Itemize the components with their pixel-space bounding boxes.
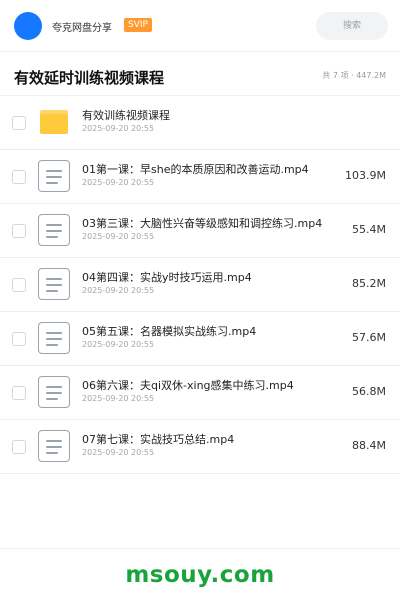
- select-checkbox[interactable]: [12, 440, 26, 454]
- list-item[interactable]: 06第六课：夫qi双休-xing感集中练习.mp4 2025-09-20 20:…: [0, 366, 400, 420]
- file-date: 2025-09-20 20:55: [82, 124, 155, 133]
- avatar[interactable]: [14, 12, 42, 40]
- list-item[interactable]: 07第七课：实战技巧总结.mp4 2025-09-20 20:55 88.4M: [0, 420, 400, 474]
- file-icon: [38, 214, 70, 246]
- select-checkbox[interactable]: [12, 170, 26, 184]
- file-date: 2025-09-20 20:55: [82, 340, 155, 349]
- select-checkbox[interactable]: [12, 224, 26, 238]
- file-name: 01第一课：早she的本质原因和改善运动.mp4: [82, 163, 309, 176]
- select-checkbox[interactable]: [12, 386, 26, 400]
- footer-divider: [0, 548, 400, 549]
- file-name: 03第三课：大脑性兴奋等级感知和调控练习.mp4: [82, 217, 323, 230]
- list-item[interactable]: 03第三课：大脑性兴奋等级感知和调控练习.mp4 2025-09-20 20:5…: [0, 204, 400, 258]
- search-input[interactable]: 搜索: [316, 12, 388, 40]
- file-icon: [38, 430, 70, 462]
- site-watermark: msouy.com: [125, 562, 275, 588]
- file-size: 57.6M: [352, 331, 386, 344]
- file-icon: [38, 160, 70, 192]
- list-item[interactable]: 04第四课：实战y时技巧运用.mp4 2025-09-20 20:55 85.2…: [0, 258, 400, 312]
- file-date: 2025-09-20 20:55: [82, 286, 155, 295]
- select-checkbox[interactable]: [12, 278, 26, 292]
- list-item[interactable]: 05第五课：名器模拟实战练习.mp4 2025-09-20 20:55 57.6…: [0, 312, 400, 366]
- folder-summary: 共 7 项 · 447.2M: [322, 71, 386, 80]
- file-icon: [38, 376, 70, 408]
- file-date: 2025-09-20 20:55: [82, 232, 155, 241]
- file-date: 2025-09-20 20:55: [82, 394, 155, 403]
- file-size: 55.4M: [352, 223, 386, 236]
- folder-icon: [38, 106, 70, 138]
- select-checkbox[interactable]: [12, 332, 26, 346]
- svip-badge: SVIP: [124, 18, 152, 32]
- file-date: 2025-09-20 20:55: [82, 178, 155, 187]
- page-title: 有效延时训练视频课程: [14, 69, 165, 87]
- file-size: 88.4M: [352, 439, 386, 452]
- file-list: 有效训练视频课程 2025-09-20 20:55 01第一课：早she的本质原…: [0, 96, 400, 474]
- select-checkbox[interactable]: [12, 116, 26, 130]
- list-item[interactable]: 01第一课：早she的本质原因和改善运动.mp4 2025-09-20 20:5…: [0, 150, 400, 204]
- file-icon: [38, 322, 70, 354]
- file-date: 2025-09-20 20:55: [82, 448, 155, 457]
- file-icon: [38, 268, 70, 300]
- file-name: 有效训练视频课程: [82, 109, 170, 122]
- list-item[interactable]: 有效训练视频课程 2025-09-20 20:55: [0, 96, 400, 150]
- file-size: 85.2M: [352, 277, 386, 290]
- file-name: 06第六课：夫qi双休-xing感集中练习.mp4: [82, 379, 294, 392]
- folder-header: 有效延时训练视频课程 共 7 项 · 447.2M: [0, 52, 400, 96]
- sharer-name: 夸克网盘分享: [52, 23, 112, 34]
- file-size: 103.9M: [345, 169, 386, 182]
- file-name: 07第七课：实战技巧总结.mp4: [82, 433, 235, 446]
- file-name: 05第五课：名器模拟实战练习.mp4: [82, 325, 257, 338]
- file-size: 56.8M: [352, 385, 386, 398]
- top-bar: 夸克网盘分享 SVIP 搜索: [0, 0, 400, 52]
- file-name: 04第四课：实战y时技巧运用.mp4: [82, 271, 252, 284]
